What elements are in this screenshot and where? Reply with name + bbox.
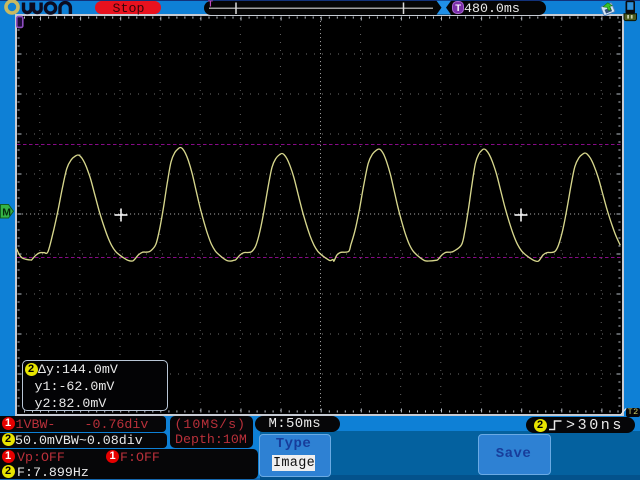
svg-text:T: T [455, 3, 461, 14]
svg-text:T: T [208, 0, 213, 9]
svg-text:M: M [2, 207, 11, 219]
